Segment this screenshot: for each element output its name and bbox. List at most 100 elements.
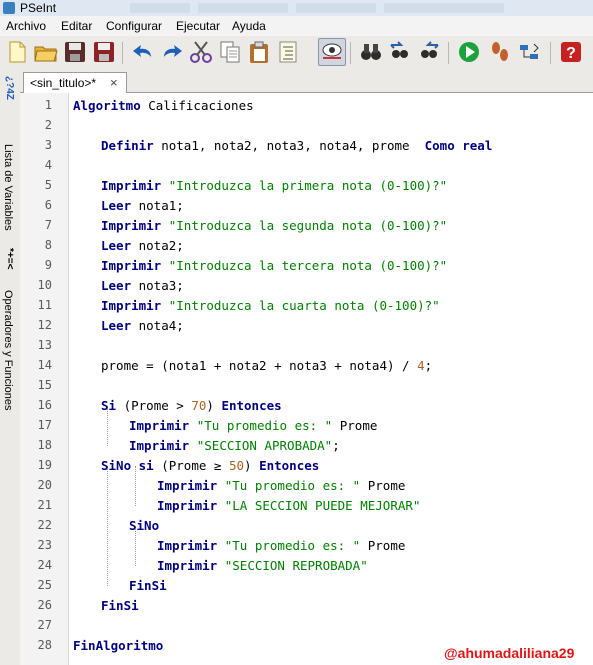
code-line[interactable]: FinSi bbox=[101, 598, 139, 613]
operators-panel-tab[interactable]: Operadores y Funciones bbox=[2, 290, 14, 410]
code-line[interactable]: Imprimir "Introduzca la tercera nota (0-… bbox=[101, 258, 447, 273]
code-token: Prome bbox=[360, 478, 406, 493]
code-token: Prome bbox=[332, 418, 378, 433]
string-token: "LA SECCION PUEDE MEJORAR" bbox=[224, 498, 421, 513]
line-number: 14 bbox=[37, 358, 52, 372]
line-number: 16 bbox=[37, 398, 52, 412]
keyword-token: SiNo bbox=[129, 518, 160, 533]
keyword-token: Si bbox=[101, 398, 117, 413]
code-line[interactable]: Imprimir "SECCION APROBADA"; bbox=[129, 438, 340, 453]
code-line[interactable]: Algoritmo Calificaciones bbox=[73, 98, 254, 113]
copy-icon[interactable] bbox=[217, 39, 243, 65]
code-line[interactable]: Imprimir "LA SECCION PUEDE MEJORAR" bbox=[157, 498, 420, 513]
indent-guide bbox=[107, 466, 108, 586]
new-file-icon[interactable] bbox=[4, 39, 30, 65]
code-editor[interactable]: 1 2 3 4 5 6 7 8 9 10 11 12 13 14 15 16 17 18 19 20 21 22 23 24 2… bbox=[20, 93, 593, 665]
code-line[interactable]: SiNo bbox=[129, 518, 159, 533]
menu-configurar[interactable]: Configurar bbox=[106, 19, 162, 33]
toolbar-separator bbox=[122, 42, 123, 64]
line-number: 19 bbox=[37, 458, 52, 472]
code-line[interactable]: Imprimir "Tu promedio es: " Prome bbox=[129, 418, 377, 433]
menu-archivo[interactable]: Archivo bbox=[6, 19, 46, 33]
keyword-token: Imprimir bbox=[101, 258, 162, 273]
code-token: nota1; bbox=[131, 198, 184, 213]
line-number: 11 bbox=[37, 298, 52, 312]
code-line[interactable]: Imprimir "Tu promedio es: " Prome bbox=[157, 538, 405, 553]
code-line[interactable]: Leer nota1; bbox=[101, 198, 184, 213]
open-folder-icon[interactable] bbox=[33, 39, 59, 65]
undo-icon[interactable] bbox=[130, 39, 156, 65]
save-as-icon[interactable] bbox=[91, 39, 117, 65]
line-number: 10 bbox=[37, 278, 52, 292]
code-line[interactable]: FinSi bbox=[129, 578, 167, 593]
menu-ayuda[interactable]: Ayuda bbox=[232, 19, 266, 33]
keyword-token: Algoritmo bbox=[73, 98, 141, 113]
line-number: 27 bbox=[37, 618, 52, 632]
menu-ejecutar[interactable]: Ejecutar bbox=[176, 19, 220, 33]
code-line[interactable]: Imprimir "Introduzca la cuarta nota (0-1… bbox=[101, 298, 440, 313]
keyword-token: Como real bbox=[424, 138, 493, 153]
keyword-token: Entonces bbox=[221, 398, 282, 413]
code-line[interactable]: FinAlgoritmo bbox=[73, 638, 163, 653]
variables-panel-tab[interactable]: Lista de Variables bbox=[2, 144, 14, 231]
line-number: 17 bbox=[37, 418, 52, 432]
menu-bar: Archivo Editar Configurar Ejecutar Ayuda bbox=[0, 16, 593, 36]
code-line[interactable]: Imprimir "Tu promedio es: " Prome bbox=[157, 478, 405, 493]
keyword-token: FinSi bbox=[129, 578, 167, 593]
line-number: 7 bbox=[44, 218, 52, 232]
cut-icon[interactable] bbox=[188, 39, 214, 65]
line-number: 8 bbox=[44, 238, 52, 252]
close-tab-icon[interactable]: × bbox=[110, 75, 118, 90]
keyword-token: Definir bbox=[101, 138, 154, 153]
code-token: ; bbox=[332, 438, 340, 453]
code-line[interactable]: Leer nota3; bbox=[101, 278, 184, 293]
side-panel: ¿?4Z Lista de Variables *+=< Operadores … bbox=[0, 70, 21, 665]
keyword-token: Imprimir bbox=[157, 498, 218, 513]
code-line[interactable]: Imprimir "SECCION REPROBADA" bbox=[157, 558, 368, 573]
tab-sin-titulo[interactable]: <sin_titulo>* × bbox=[23, 72, 127, 93]
flowchart-icon[interactable] bbox=[516, 39, 542, 65]
code-token: (Prome ≥ bbox=[153, 458, 229, 473]
code-line[interactable]: Leer nota2; bbox=[101, 238, 184, 253]
menu-editar[interactable]: Editar bbox=[61, 19, 92, 33]
string-token: "SECCION APROBADA" bbox=[196, 438, 333, 453]
save-icon[interactable] bbox=[62, 39, 88, 65]
line-number: 20 bbox=[37, 478, 52, 492]
code-line[interactable]: prome = (nota1 + nota2 + nota3 + nota4) … bbox=[101, 358, 432, 373]
keyword-token: Imprimir bbox=[129, 438, 190, 453]
code-token: Calificaciones bbox=[140, 98, 254, 113]
keyword-token: Leer bbox=[101, 278, 132, 293]
help-icon[interactable]: ? bbox=[558, 39, 584, 65]
background-window-tabs bbox=[130, 2, 590, 14]
redo-icon[interactable] bbox=[159, 39, 185, 65]
paste-icon[interactable] bbox=[246, 39, 272, 65]
keyword-token: Imprimir bbox=[101, 178, 162, 193]
step-icon[interactable] bbox=[487, 39, 513, 65]
find-next-icon[interactable] bbox=[416, 39, 442, 65]
find-icon[interactable] bbox=[318, 38, 346, 66]
code-line[interactable]: Imprimir "Introduzca la primera nota (0-… bbox=[101, 178, 447, 193]
line-number: 2 bbox=[44, 118, 52, 132]
code-line[interactable]: Leer nota4; bbox=[101, 318, 184, 333]
indent-icon[interactable] bbox=[275, 39, 301, 65]
keyword-token: SiNo si bbox=[101, 458, 154, 473]
code-line[interactable]: SiNo si (Prome ≥ 50) Entonces bbox=[101, 458, 319, 473]
binoculars-icon[interactable] bbox=[358, 39, 384, 65]
line-number: 3 bbox=[44, 138, 52, 152]
find-previous-icon[interactable] bbox=[387, 39, 413, 65]
code-line[interactable]: Definir nota1, nota2, nota3, nota4, prom… bbox=[101, 138, 492, 153]
code-token: nota4; bbox=[131, 318, 184, 333]
code-line[interactable]: Imprimir "Introduzca la segunda nota (0-… bbox=[101, 218, 447, 233]
code-line[interactable]: Si (Prome > 70) Entonces bbox=[101, 398, 282, 413]
keyword-token: Imprimir bbox=[101, 298, 162, 313]
number-token: 4 bbox=[417, 358, 425, 373]
run-icon[interactable] bbox=[456, 39, 482, 65]
keyword-token: Imprimir bbox=[157, 538, 218, 553]
keyword-token: FinAlgoritmo bbox=[73, 638, 164, 653]
